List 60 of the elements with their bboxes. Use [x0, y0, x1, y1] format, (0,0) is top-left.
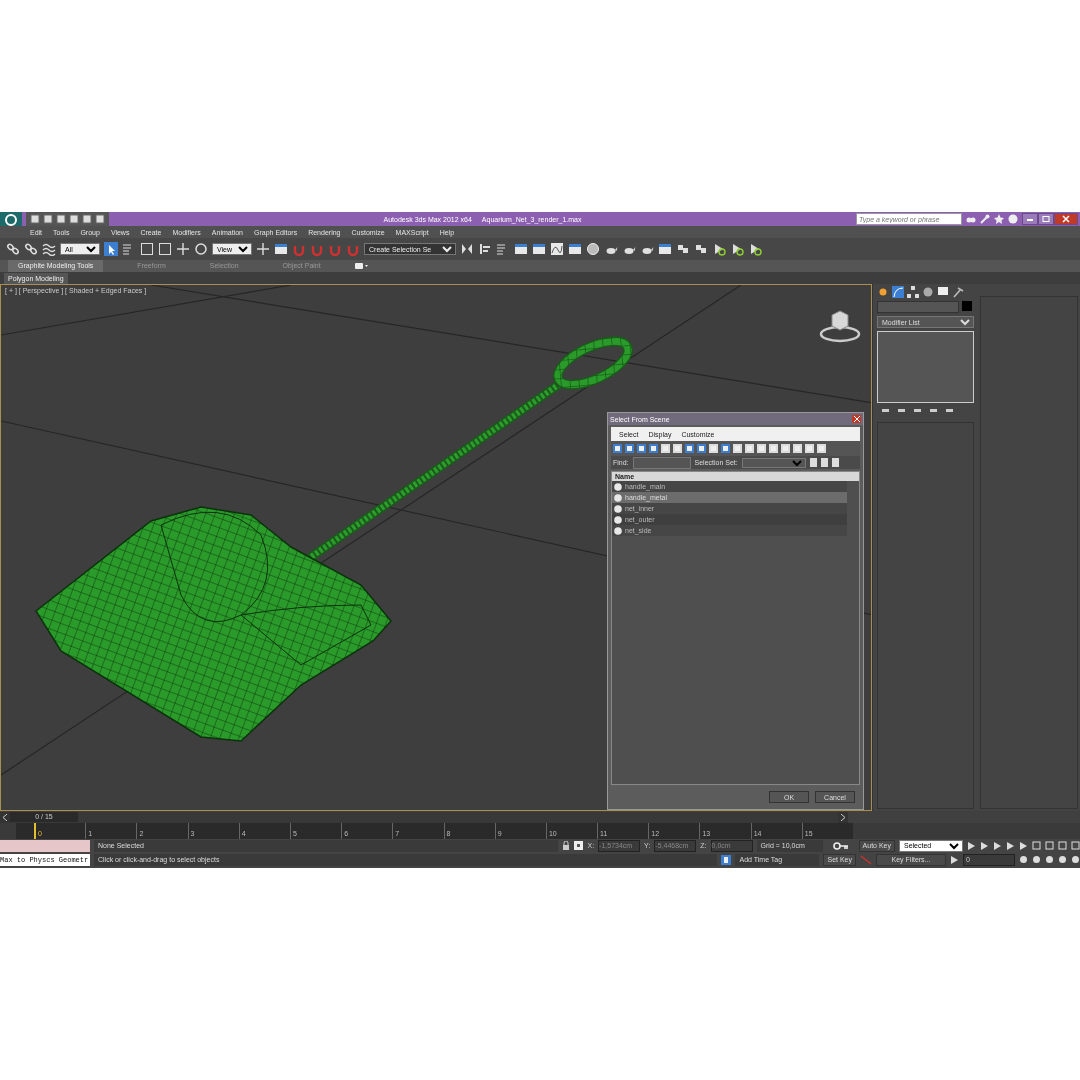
sphere-icon[interactable]: [586, 242, 600, 256]
play-icon[interactable]: [712, 242, 726, 256]
color-swatch[interactable]: [962, 301, 972, 311]
next-frame-button[interactable]: [838, 811, 848, 823]
hammer-icon[interactable]: [952, 286, 964, 298]
star-icon[interactable]: [994, 214, 1004, 224]
window-icon[interactable]: [532, 242, 546, 256]
window-icon[interactable]: [274, 242, 288, 256]
play-icon[interactable]: [730, 242, 744, 256]
window-icon[interactable]: [613, 444, 622, 453]
close-button[interactable]: [1054, 213, 1078, 225]
square-icon[interactable]: [140, 242, 154, 256]
find-field[interactable]: [632, 456, 691, 469]
move-icon[interactable]: [176, 242, 190, 256]
time-tag-icon[interactable]: [721, 854, 732, 865]
square-icon[interactable]: [1058, 841, 1067, 850]
close-icon: [1062, 215, 1070, 223]
window-icon[interactable]: [697, 444, 706, 453]
minimize-icon: [1026, 216, 1034, 222]
ribbon-options-icon[interactable]: [354, 262, 369, 270]
cubes-icon[interactable]: [676, 242, 690, 256]
modifier-stack[interactable]: [877, 331, 974, 403]
selection-set-dropdown[interactable]: [741, 457, 806, 468]
window-icon[interactable]: [649, 444, 658, 453]
hierarchy-icon[interactable]: [907, 286, 919, 298]
transform-mode-icon[interactable]: [574, 841, 584, 850]
move-icon[interactable]: [256, 242, 270, 256]
listener-field[interactable]: [0, 839, 90, 852]
window-icon[interactable]: [685, 444, 694, 453]
align-icon[interactable]: [478, 242, 492, 256]
cubes-icon[interactable]: [694, 242, 708, 256]
window-icon[interactable]: [721, 444, 730, 453]
maximize-button[interactable]: [1038, 213, 1054, 225]
maximize-icon: [1042, 216, 1050, 222]
play-icon[interactable]: [748, 242, 762, 256]
cursor-icon[interactable]: [104, 242, 118, 256]
close-icon: [853, 416, 860, 422]
curve-icon[interactable]: [892, 286, 904, 298]
mirror-icon[interactable]: [460, 242, 474, 256]
previous-frame-button[interactable]: [0, 811, 10, 823]
lock-icon[interactable]: [562, 841, 571, 850]
window-icon[interactable]: [658, 242, 672, 256]
sun-icon[interactable]: [877, 286, 889, 298]
monitor-icon[interactable]: [937, 286, 949, 298]
wave-icon[interactable]: [42, 242, 56, 256]
window-icon[interactable]: [625, 444, 634, 453]
square-icon[interactable]: [158, 242, 172, 256]
object-name-field[interactable]: [877, 301, 959, 313]
chain-link-icon[interactable]: [24, 242, 38, 256]
skip-icon[interactable]: [950, 855, 959, 864]
window-icon[interactable]: [514, 242, 528, 256]
window-icon[interactable]: [637, 444, 646, 453]
wrench-icon[interactable]: [980, 214, 990, 224]
window-icon[interactable]: [568, 242, 582, 256]
curve-icon[interactable]: [550, 242, 564, 256]
key-icon[interactable]: [832, 841, 849, 850]
chain-link-icon[interactable]: [6, 242, 20, 256]
rotate-icon[interactable]: [194, 242, 208, 256]
square-icon[interactable]: [1045, 841, 1054, 850]
minimize-button[interactable]: [1022, 213, 1038, 225]
